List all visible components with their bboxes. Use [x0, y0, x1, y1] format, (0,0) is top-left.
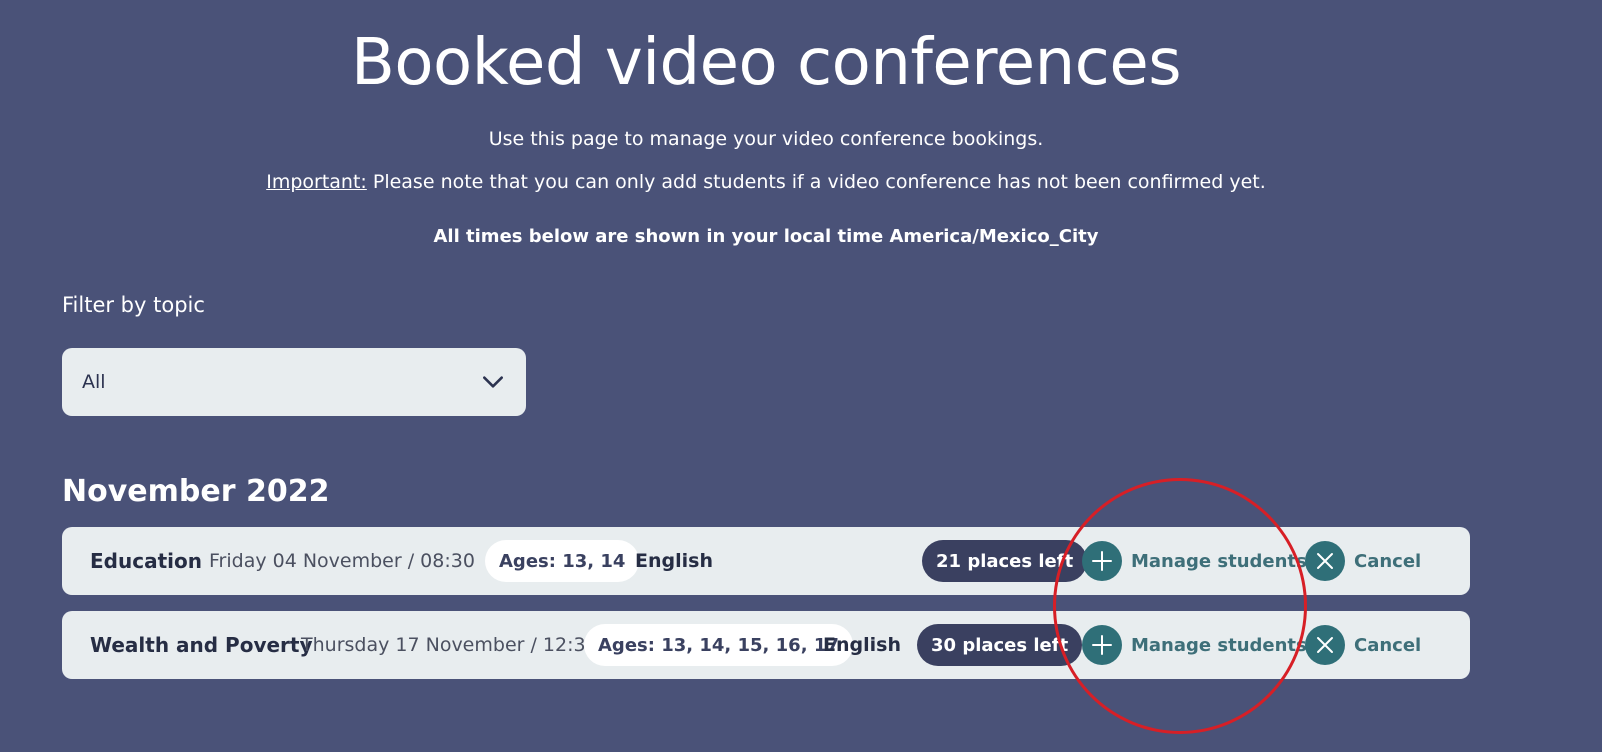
important-text: Please note that you can only add studen…	[366, 171, 1266, 193]
important-note: Important: Please note that you can only…	[0, 171, 1532, 193]
places-left-badge: 30 places left	[917, 624, 1083, 666]
booking-ages-badge: Ages: 13, 14	[485, 540, 640, 582]
booking-datetime: Friday 04 November / 08:30	[209, 550, 475, 572]
annotation-circle	[1053, 478, 1307, 734]
cancel-booking-button[interactable]: Cancel	[1305, 541, 1421, 581]
booking-topic: Education	[90, 549, 202, 573]
month-heading: November 2022	[62, 474, 330, 509]
plus-icon	[1082, 625, 1122, 665]
chevron-down-icon	[483, 376, 503, 388]
manage-students-button[interactable]: Manage students	[1082, 625, 1307, 665]
cancel-label: Cancel	[1354, 550, 1422, 572]
plus-icon	[1082, 541, 1122, 581]
places-left-badge: 21 places left	[922, 540, 1088, 582]
topic-filter-value: All	[82, 371, 106, 393]
booking-topic: Wealth and Poverty	[90, 633, 313, 657]
cancel-booking-button[interactable]: Cancel	[1305, 625, 1421, 665]
cancel-label: Cancel	[1354, 634, 1422, 656]
booking-ages-badge: Ages: 13, 14, 15, 16, 17	[584, 624, 853, 666]
manage-students-button[interactable]: Manage students	[1082, 541, 1307, 581]
close-icon	[1305, 541, 1345, 581]
page-title: Booked video conferences	[350, 26, 1182, 100]
booking-row: Wealth and Poverty Thursday 17 November …	[62, 611, 1470, 679]
timezone-note: All times below are shown in your local …	[433, 226, 1099, 247]
filter-label: Filter by topic	[62, 293, 205, 317]
booking-language: English	[823, 634, 901, 656]
topic-filter-select[interactable]: All	[62, 348, 526, 416]
manage-students-label: Manage students	[1131, 634, 1307, 656]
manage-students-label: Manage students	[1131, 550, 1307, 572]
booking-language: English	[635, 550, 713, 572]
intro-text: Use this page to manage your video confe…	[488, 128, 1044, 150]
important-label: Important:	[266, 171, 367, 193]
booking-datetime: Thursday 17 November / 12:30	[301, 634, 598, 656]
booking-row: Education Friday 04 November / 08:30 Age…	[62, 527, 1470, 595]
close-icon	[1305, 625, 1345, 665]
